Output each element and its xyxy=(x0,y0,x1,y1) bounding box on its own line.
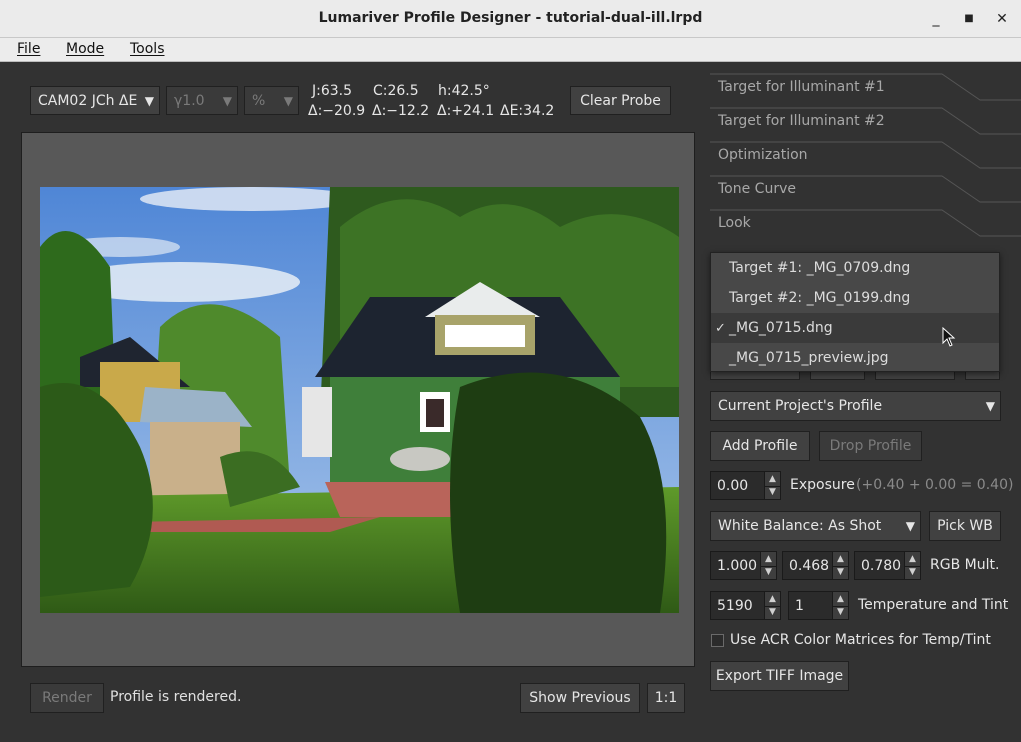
rgb-mult-b-stepper[interactable]: ▲ ▼ xyxy=(904,552,920,579)
chevron-down-icon: ▼ xyxy=(144,93,154,108)
export-tiff-button[interactable]: Export TIFF Image xyxy=(710,661,849,691)
dropdown-item-target-2[interactable]: Target #2: _MG_0199.dng xyxy=(711,283,999,313)
dropdown-item-label: Target #2: _MG_0199.dng xyxy=(729,290,911,306)
spin-up-icon[interactable]: ▲ xyxy=(761,552,776,566)
temperature-value: 5190 xyxy=(717,597,753,614)
probe-c: C:26.5 xyxy=(373,83,419,99)
tab-target-illuminant-2[interactable]: Target for Illuminant #2 xyxy=(718,113,885,129)
exposure-value: 0.00 xyxy=(717,477,749,494)
probe-delta-j: Δ:−20.9 xyxy=(308,103,366,119)
profile-select[interactable]: Current Project's Profile ▼ xyxy=(710,391,1001,421)
rgb-mult-g-value: 0.468 xyxy=(789,557,830,574)
add-profile-button[interactable]: Add Profile xyxy=(710,431,810,461)
exposure-spinbox[interactable]: 0.00 ▲ ▼ xyxy=(710,471,781,500)
tab-look[interactable]: Look xyxy=(718,215,751,231)
spin-up-icon[interactable]: ▲ xyxy=(765,472,780,486)
menu-mode[interactable]: Mode xyxy=(66,41,104,57)
spin-down-icon[interactable]: ▼ xyxy=(905,565,920,579)
tab-stack-lines xyxy=(710,73,1021,237)
render-button[interactable]: Render xyxy=(30,683,104,713)
clear-probe-button[interactable]: Clear Probe xyxy=(570,86,671,115)
gamma-select[interactable]: γ1.0 ▼ xyxy=(166,86,238,115)
chevron-down-icon: ▼ xyxy=(985,399,995,413)
chevron-down-icon: ▼ xyxy=(283,93,293,108)
probe-h: h:42.5° xyxy=(438,83,490,99)
mouse-cursor-icon xyxy=(942,327,956,347)
probe-j: J:63.5 xyxy=(312,83,353,99)
window-title: Lumariver Profile Designer - tutorial-du… xyxy=(318,10,703,26)
spin-up-icon[interactable]: ▲ xyxy=(905,552,920,566)
acr-matrices-checkbox[interactable] xyxy=(711,634,724,647)
tint-value: 1 xyxy=(795,597,804,614)
temperature-stepper[interactable]: ▲ ▼ xyxy=(764,592,780,619)
zoom-1-1-button[interactable]: 1:1 xyxy=(647,683,685,713)
window-titlebar: Lumariver Profile Designer - tutorial-du… xyxy=(0,0,1021,38)
tab-optimization[interactable]: Optimization xyxy=(718,147,808,163)
menu-file[interactable]: File xyxy=(17,41,40,57)
profile-select-value: Current Project's Profile xyxy=(718,398,883,414)
spin-down-icon[interactable]: ▼ xyxy=(765,605,780,619)
rgb-mult-g-spinbox[interactable]: 0.468 ▲ ▼ xyxy=(782,551,849,580)
render-status-text: Profile is rendered. xyxy=(110,689,242,705)
image-viewer[interactable] xyxy=(21,132,695,667)
check-icon: ✓ xyxy=(715,320,726,336)
menu-tools[interactable]: Tools xyxy=(130,41,165,57)
rgb-mult-b-spinbox[interactable]: 0.780 ▲ ▼ xyxy=(854,551,921,580)
white-balance-value: White Balance: As Shot xyxy=(718,518,882,534)
photo-preview[interactable] xyxy=(40,187,679,613)
drop-profile-button[interactable]: Drop Profile xyxy=(819,431,922,461)
unit-select[interactable]: % ▼ xyxy=(244,86,299,115)
dropdown-item-mg0715-preview[interactable]: _MG_0715_preview.jpg xyxy=(711,343,999,373)
menu-bar: File Mode Tools xyxy=(0,38,1021,62)
rgb-mult-g-stepper[interactable]: ▲ ▼ xyxy=(832,552,848,579)
rgb-mult-r-value: 1.000 xyxy=(717,557,758,574)
chevron-down-icon: ▼ xyxy=(222,93,232,108)
spin-down-icon[interactable]: ▼ xyxy=(833,605,848,619)
rgb-mult-r-spinbox[interactable]: 1.000 ▲ ▼ xyxy=(710,551,777,580)
spin-down-icon[interactable]: ▼ xyxy=(765,485,780,499)
chevron-down-icon: ▼ xyxy=(905,519,915,533)
photo-illustration xyxy=(40,187,679,613)
rgb-mult-label: RGB Mult. xyxy=(930,557,1000,573)
show-previous-button[interactable]: Show Previous xyxy=(520,683,640,713)
probe-delta-h: Δ:+24.1 xyxy=(437,103,495,119)
exposure-formula: (+0.40 + 0.00 = 0.40) xyxy=(856,477,1014,493)
tab-tone-curve[interactable]: Tone Curve xyxy=(718,181,796,197)
unit-value: % xyxy=(252,92,266,109)
exposure-stepper[interactable]: ▲ ▼ xyxy=(764,472,780,499)
maximize-icon[interactable]: ■ xyxy=(958,8,980,30)
close-icon[interactable]: ✕ xyxy=(991,8,1013,30)
dropdown-item-label: _MG_0715_preview.jpg xyxy=(729,350,889,366)
tab-target-illuminant-1[interactable]: Target for Illuminant #1 xyxy=(718,79,885,95)
temperature-spinbox[interactable]: 5190 ▲ ▼ xyxy=(710,591,781,620)
color-space-value: CAM02 JCh ΔE xyxy=(38,92,138,109)
temperature-tint-label: Temperature and Tint xyxy=(858,597,1009,613)
probe-delta-e: ΔE:34.2 xyxy=(500,103,555,119)
exposure-label: Exposure xyxy=(790,477,855,493)
dropdown-item-label: _MG_0715.dng xyxy=(729,320,833,336)
pick-wb-button[interactable]: Pick WB xyxy=(929,511,1001,541)
spin-up-icon[interactable]: ▲ xyxy=(833,592,848,606)
gamma-value: γ1.0 xyxy=(174,92,205,109)
image-select-dropdown[interactable]: Target #1: _MG_0709.dng Target #2: _MG_0… xyxy=(710,252,1000,372)
spin-up-icon[interactable]: ▲ xyxy=(833,552,848,566)
spin-down-icon[interactable]: ▼ xyxy=(833,565,848,579)
tint-stepper[interactable]: ▲ ▼ xyxy=(832,592,848,619)
dropdown-item-target-1[interactable]: Target #1: _MG_0709.dng xyxy=(711,253,999,283)
dropdown-item-label: Target #1: _MG_0709.dng xyxy=(729,260,911,276)
white-balance-select[interactable]: White Balance: As Shot ▼ xyxy=(710,511,921,541)
spin-down-icon[interactable]: ▼ xyxy=(761,565,776,579)
minimize-icon[interactable]: _ xyxy=(925,8,947,30)
rgb-mult-r-stepper[interactable]: ▲ ▼ xyxy=(760,552,776,579)
tint-spinbox[interactable]: 1 ▲ ▼ xyxy=(788,591,849,620)
spin-up-icon[interactable]: ▲ xyxy=(765,592,780,606)
probe-delta-c: Δ:−12.2 xyxy=(372,103,430,119)
acr-matrices-label[interactable]: Use ACR Color Matrices for Temp/Tint xyxy=(730,632,991,648)
color-space-select[interactable]: CAM02 JCh ΔE ▼ xyxy=(30,86,160,115)
rgb-mult-b-value: 0.780 xyxy=(861,557,902,574)
